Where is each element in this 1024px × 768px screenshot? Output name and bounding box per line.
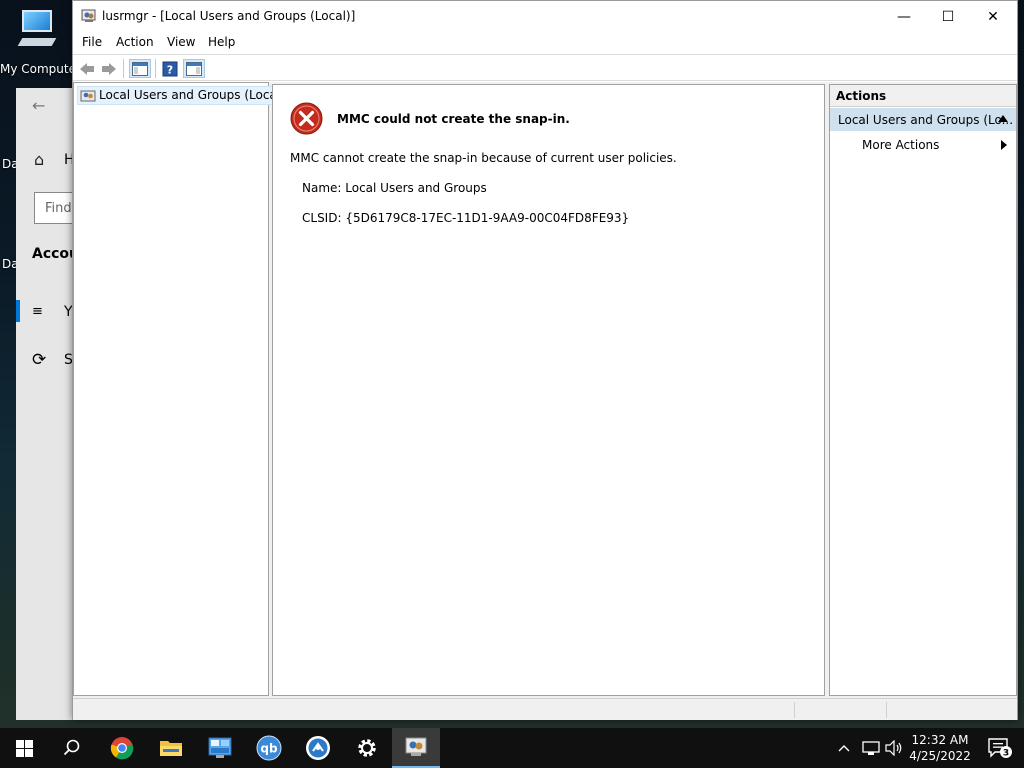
show-hide-console-tree-button[interactable] (129, 59, 151, 78)
show-hidden-icons-button[interactable] (838, 728, 850, 768)
tree-node-label: Local Users and Groups (Local) (99, 88, 285, 102)
volume-tray-button[interactable] (885, 728, 903, 768)
error-snapin-name: Name: Local Users and Groups (302, 181, 487, 195)
folder-icon (160, 741, 182, 756)
menu-bar: File Action View Help (73, 32, 1017, 54)
windows-logo-icon (15, 739, 33, 757)
chrome-icon (110, 737, 134, 760)
close-button[interactable]: ✕ (970, 1, 1016, 32)
users-groups-icon (80, 90, 96, 102)
toolbar-separator (123, 59, 124, 78)
speaker-icon (885, 740, 902, 756)
menu-file[interactable]: File (82, 35, 102, 49)
toolbar: ? (73, 54, 1017, 81)
maximize-button[interactable]: ☐ (925, 1, 971, 32)
result-pane: MMC could not create the snap-in. MMC ca… (272, 84, 825, 696)
action-pane-icon (186, 61, 202, 76)
taskbar-settings[interactable] (343, 728, 391, 768)
selected-indicator (16, 300, 20, 322)
taskbar-qbittorrent[interactable]: qb (245, 728, 293, 768)
taskbar-app[interactable] (294, 728, 342, 768)
help-button[interactable]: ? (161, 59, 179, 78)
show-hide-action-pane-button[interactable] (183, 59, 205, 78)
submenu-arrow-icon[interactable] (1001, 140, 1007, 150)
back-arrow-icon (80, 62, 94, 75)
notification-icon: 3 (988, 738, 1012, 759)
action-center-button[interactable]: 3 (980, 728, 1020, 768)
back-arrow-icon[interactable]: ← (32, 96, 45, 115)
start-button[interactable] (0, 728, 48, 768)
gear-icon (358, 739, 376, 757)
control-panel-icon (208, 737, 232, 758)
taskbar-chrome[interactable] (98, 728, 146, 768)
svg-text:?: ? (167, 63, 173, 76)
my-computer-desktop-icon[interactable]: My Computer (0, 4, 81, 76)
status-separator (886, 702, 887, 718)
console-tree-pane: Local Users and Groups (Local) (73, 82, 290, 696)
app-circle-icon (306, 736, 330, 760)
clock-date: 4/25/2022 (909, 749, 971, 763)
error-snapin-clsid: CLSID: {5D6179C8-17EC-11D1-9AA9-00C04FD8… (302, 211, 630, 225)
chevron-up-icon (838, 745, 850, 752)
actions-section-local-users-and-groups[interactable]: Local Users and Groups (Lo... (830, 108, 1016, 131)
desktop-icon-label: My Computer (0, 62, 81, 76)
menu-action[interactable]: Action (116, 35, 154, 49)
forward-arrow-icon (102, 62, 116, 75)
qbittorrent-icon-label: qb (260, 742, 278, 756)
taskbar: qb 12:32 AM 4/25/2022 3 (0, 728, 1024, 768)
notification-count: 3 (1003, 749, 1009, 759)
computer-icon (14, 8, 58, 52)
actions-section-label: Local Users and Groups (Lo... (838, 113, 1014, 127)
error-title: MMC could not create the snap-in. (337, 112, 570, 126)
clock-time: 12:32 AM (911, 733, 969, 747)
console-tree-icon (132, 61, 148, 76)
user-info-icon: ≡ (32, 304, 43, 319)
taskbar-clock[interactable]: 12:32 AM 4/25/2022 (904, 732, 976, 764)
network-icon (862, 741, 880, 755)
menu-view[interactable]: View (167, 35, 195, 49)
collapse-triangle-icon[interactable] (998, 115, 1008, 122)
back-button[interactable] (78, 59, 96, 78)
sync-icon: ⟳ (32, 350, 47, 370)
action-more-actions[interactable]: More Actions (862, 138, 939, 152)
window-title: lusrmgr - [Local Users and Groups (Local… (102, 9, 356, 23)
taskbar-file-explorer[interactable] (147, 728, 195, 768)
menu-help[interactable]: Help (208, 35, 235, 49)
console-content: Local Users and Groups (Local) MMC could… (73, 82, 1017, 698)
error-message: MMC cannot create the snap-in because of… (290, 151, 677, 165)
title-bar[interactable]: lusrmgr - [Local Users and Groups (Local… (73, 1, 1017, 32)
status-separator (794, 702, 795, 718)
search-button[interactable] (48, 728, 96, 768)
actions-header: Actions (830, 85, 1016, 107)
taskbar-control-panel[interactable] (196, 728, 244, 768)
lusrmgr-app-icon (405, 737, 427, 756)
lusrmgr-app-icon (81, 9, 96, 22)
qbittorrent-icon: qb (256, 735, 282, 761)
status-bar (73, 698, 1017, 720)
home-icon[interactable]: ⌂ (34, 150, 44, 169)
mmc-window: lusrmgr - [Local Users and Groups (Local… (72, 0, 1018, 720)
minimize-button[interactable]: — (881, 1, 927, 32)
forward-button[interactable] (100, 59, 118, 78)
help-icon: ? (162, 61, 178, 76)
search-icon (63, 739, 80, 756)
taskbar-mmc[interactable] (392, 728, 440, 768)
toolbar-separator (155, 59, 156, 78)
actions-pane: Actions Local Users and Groups (Lo... Mo… (829, 84, 1017, 696)
error-icon (290, 102, 323, 135)
network-tray-button[interactable] (862, 728, 880, 768)
tree-node-local-users-and-groups[interactable]: Local Users and Groups (Local) (77, 86, 290, 105)
